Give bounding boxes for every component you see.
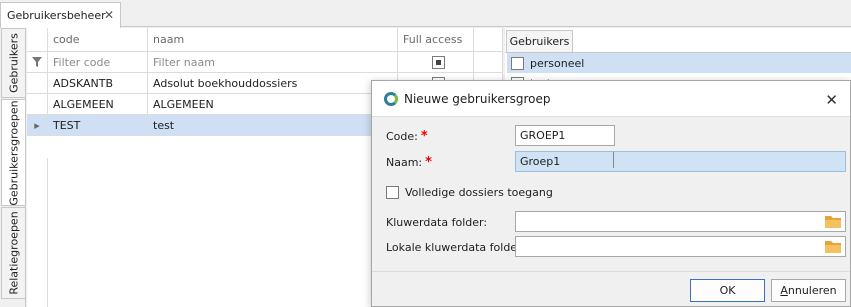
dialog-titlebar: Nieuwe gebruikersgroep ✕ [372, 81, 850, 117]
grid-indicator-column [27, 158, 48, 307]
full-access-checkbox[interactable] [386, 186, 399, 199]
cell-code: ALGEMEEN [48, 94, 148, 114]
side-tab-gebruikers[interactable]: Gebruikers [1, 28, 26, 98]
column-header-naam[interactable]: naam [148, 28, 398, 51]
full-access-option[interactable]: Volledige dossiers toegang [386, 186, 553, 199]
tab-gebruikersbeheer[interactable]: Gebruikersbeheer ✕ [0, 2, 121, 28]
cancel-label: nnuleren [787, 284, 837, 297]
naam-field[interactable]: Groep1 [515, 151, 846, 172]
naam-label-row: Naam: * [386, 155, 432, 170]
tab-gebruikers[interactable]: Gebruikers [506, 30, 573, 52]
header-indicator [27, 28, 48, 51]
folder-icon[interactable] [825, 214, 841, 228]
grid-header: code naam Full access [27, 28, 503, 52]
folder-icon[interactable] [825, 239, 841, 253]
app-logo-icon [384, 91, 398, 106]
row-indicator [27, 94, 48, 114]
row-indicator-icon: ▸ [27, 115, 48, 135]
cell-naam: Adsolut boekhouddossiers [148, 73, 398, 93]
filter-end [474, 52, 503, 72]
header-end [474, 28, 503, 51]
cancel-mnemonic: A [780, 284, 788, 297]
dialog-title: Nieuwe gebruikersgroep [404, 91, 551, 106]
side-tabs: Gebruikers Gebruikersgroepen Relatiegroe… [0, 28, 26, 307]
cell-naam: ALGEMEEN [148, 94, 398, 114]
cancel-button[interactable]: Annuleren [771, 279, 846, 302]
side-tab-relatiegroepen[interactable]: Relatiegroepen [1, 207, 26, 299]
column-header-code[interactable]: code [48, 28, 148, 51]
list-item[interactable]: personeel [507, 53, 851, 73]
cell-code: ADSKANTB [48, 73, 148, 93]
filter-naam-input[interactable]: Filter naam [148, 52, 398, 72]
code-field[interactable]: GROEP1 [515, 125, 615, 146]
required-marker: * [425, 155, 432, 170]
column-header-full-access[interactable]: Full access [398, 28, 474, 51]
checkbox-label: Volledige dossiers toegang [405, 186, 553, 199]
dialog-divider [372, 271, 850, 272]
tab-label: Gebruikersbeheer [7, 9, 106, 22]
side-tab-label: Gebruikers [7, 33, 20, 93]
cell-code: TEST [48, 115, 148, 135]
code-label-row: Code: * [386, 129, 428, 144]
side-tab-label: Gebruikersgroepen [7, 99, 20, 206]
side-tab-gebruikersgroepen[interactable]: Gebruikersgroepen [1, 99, 26, 206]
kluwer-folder-field[interactable] [515, 211, 846, 232]
filter-full-access-checkbox[interactable] [398, 52, 474, 72]
close-icon[interactable]: ✕ [104, 8, 114, 22]
row-indicator [27, 73, 48, 93]
item-label: personeel [530, 56, 585, 70]
item-checkbox[interactable] [511, 56, 524, 70]
required-marker: * [420, 129, 428, 144]
ok-button[interactable]: OK [690, 279, 765, 302]
text-cursor [613, 152, 614, 168]
cell-naam: test [148, 115, 398, 135]
document-tab-strip: Gebruikersbeheer ✕ [0, 0, 851, 28]
new-group-dialog: Nieuwe gebruikersgroep ✕ Code: * GROEP1 N… [371, 80, 851, 307]
close-icon[interactable]: ✕ [825, 91, 838, 109]
code-label: Code: [386, 130, 418, 143]
kluwer-label: Kluwerdata folder: [386, 216, 488, 229]
side-tab-label: Relatiegroepen [7, 211, 20, 295]
lokale-folder-field[interactable] [515, 236, 846, 257]
filter-code-input[interactable]: Filter code [48, 52, 148, 72]
filter-icon [27, 52, 48, 72]
lokale-label: Lokale kluwerdata folder: [386, 241, 526, 254]
naam-label: Naam: [386, 156, 423, 169]
filter-row: Filter code Filter naam [27, 52, 503, 73]
